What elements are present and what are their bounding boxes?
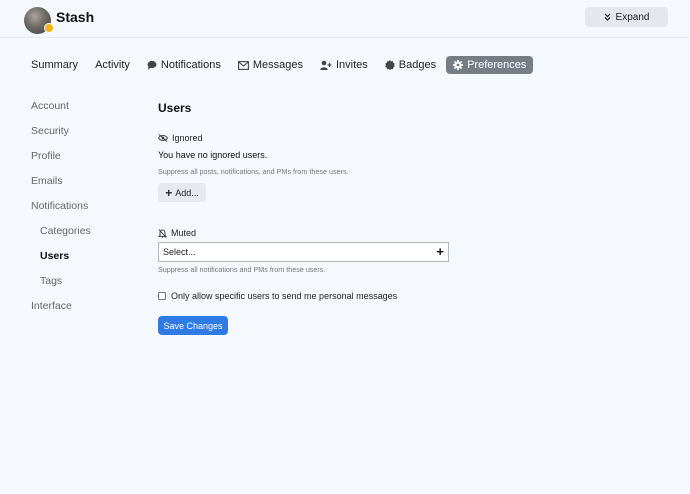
tab-summary[interactable]: Summary <box>24 56 85 74</box>
chevron-double-down-icon <box>604 13 610 21</box>
sidebar-item-security[interactable]: Security <box>31 125 91 150</box>
allow-pm-checkbox[interactable] <box>158 292 166 300</box>
plus-icon: + <box>165 185 173 200</box>
sidebar-item-profile[interactable]: Profile <box>31 150 91 175</box>
tab-messages[interactable]: Messages <box>231 56 310 74</box>
tab-preferences[interactable]: Preferences <box>446 56 534 74</box>
ignored-help-text: Suppress all posts, notifications, and P… <box>158 167 349 176</box>
select-placeholder: Select... <box>163 247 196 257</box>
sidebar-item-notifications[interactable]: Notifications <box>31 200 91 225</box>
tab-invites[interactable]: Invites <box>313 56 375 74</box>
muted-label: Muted <box>171 228 197 238</box>
comment-icon <box>147 60 157 70</box>
add-label: Add... <box>175 187 199 198</box>
ignored-label: Ignored <box>172 133 203 143</box>
user-header: Stash Expand <box>0 0 690 38</box>
badge-icon <box>384 60 395 70</box>
bell-slash-icon <box>158 228 167 238</box>
tab-activity[interactable]: Activity <box>88 56 137 74</box>
tab-label: Messages <box>252 59 303 71</box>
ignored-empty-text: You have no ignored users. <box>158 150 268 160</box>
tab-label: Invites <box>335 59 368 71</box>
tab-label: Summary <box>31 59 79 71</box>
user-plus-icon <box>320 60 332 70</box>
username: Stash <box>56 9 95 25</box>
sidebar-item-users[interactable]: Users <box>31 250 91 275</box>
sidebar-item-emails[interactable]: Emails <box>31 175 91 200</box>
tab-notifications[interactable]: Notifications <box>140 56 228 74</box>
sidebar-item-interface[interactable]: Interface <box>31 300 91 325</box>
sidebar-item-categories[interactable]: Categories <box>31 225 91 250</box>
tab-label: Notifications <box>160 59 221 71</box>
tab-badges[interactable]: Badges <box>378 56 443 74</box>
expand-label: Expand <box>615 11 650 23</box>
page-title: Users <box>158 101 192 115</box>
allow-pm-label[interactable]: Only allow specific users to send me per… <box>171 291 397 301</box>
ignored-label-row: Ignored <box>158 133 203 143</box>
allow-pm-row: Only allow specific users to send me per… <box>158 291 397 301</box>
tab-label: Activity <box>95 59 130 71</box>
profile-tabs: Summary Activity Notifications Messages … <box>24 55 536 75</box>
plus-icon: + <box>436 244 444 259</box>
gear-icon <box>453 60 464 70</box>
envelope-icon <box>237 60 249 70</box>
tab-label: Preferences <box>467 59 527 71</box>
sidebar-item-account[interactable]: Account <box>31 100 91 125</box>
tab-label: Badges <box>398 59 437 71</box>
status-badge-icon <box>44 23 54 33</box>
sidebar-item-tags[interactable]: Tags <box>31 275 91 300</box>
muted-users-select[interactable]: Select... + <box>158 242 449 262</box>
preferences-sidebar: Account Security Profile Emails Notifica… <box>31 100 91 325</box>
muted-label-row: Muted <box>158 228 196 238</box>
expand-button[interactable]: Expand <box>585 7 668 27</box>
muted-help-text: Suppress all notifications and PMs from … <box>158 265 326 274</box>
save-button[interactable]: Save Changes <box>158 316 228 335</box>
add-ignored-button[interactable]: + Add... <box>158 183 206 202</box>
eye-slash-icon <box>158 134 168 142</box>
